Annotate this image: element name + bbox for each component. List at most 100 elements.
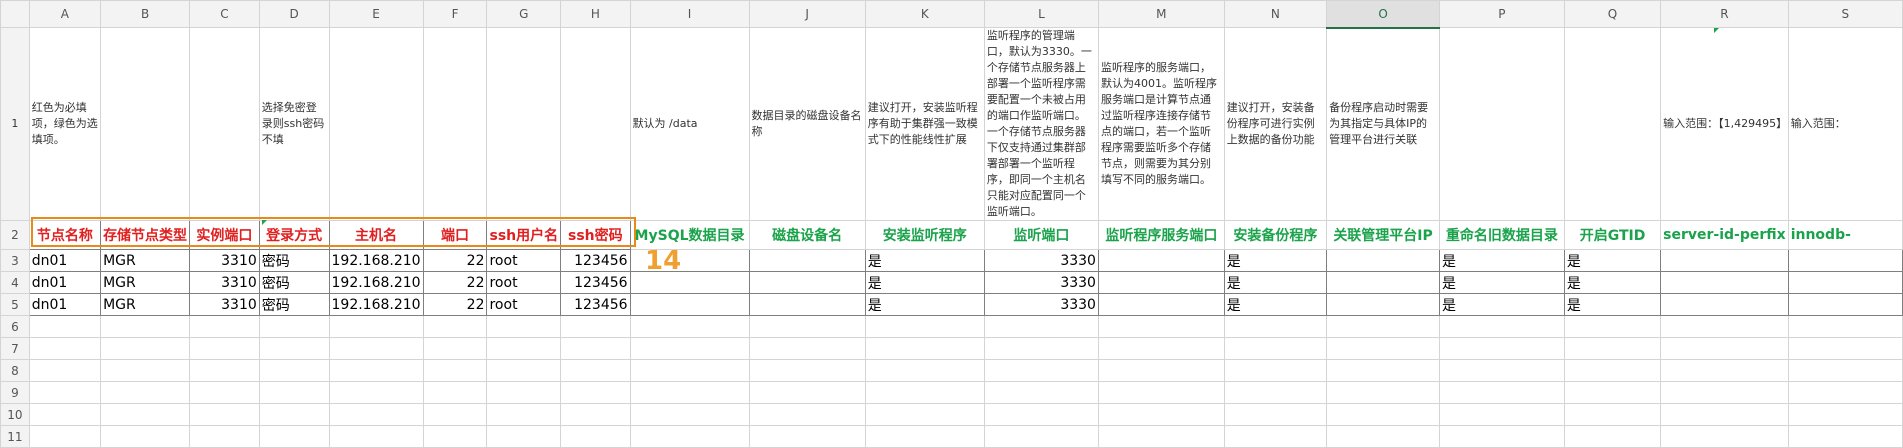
cell[interactable] xyxy=(189,27,260,221)
cell[interactable] xyxy=(1326,403,1440,426)
cell[interactable] xyxy=(1563,425,1662,448)
note-cell[interactable]: 输入范围： xyxy=(1787,27,1903,221)
cell[interactable] xyxy=(748,315,866,338)
cell[interactable] xyxy=(258,337,330,360)
column-header-selected[interactable]: O xyxy=(1326,0,1440,29)
cell[interactable]: MGR xyxy=(100,271,191,294)
column-header[interactable]: F xyxy=(422,0,488,28)
cell[interactable]: 3330 xyxy=(983,271,1099,294)
cell[interactable]: dn01 xyxy=(28,271,102,294)
cell[interactable] xyxy=(864,315,985,338)
cell[interactable] xyxy=(1787,381,1903,404)
cell[interactable]: MGR xyxy=(100,293,191,316)
cell[interactable] xyxy=(864,337,985,360)
cell[interactable] xyxy=(28,359,102,382)
header-enable-gtid[interactable]: 开启GTID xyxy=(1563,220,1662,250)
cell[interactable] xyxy=(748,249,866,272)
cell[interactable] xyxy=(100,359,191,382)
cell[interactable] xyxy=(748,381,866,404)
cell[interactable] xyxy=(422,315,488,338)
column-header[interactable]: R xyxy=(1660,0,1789,28)
cell[interactable] xyxy=(328,315,424,338)
cell[interactable]: 22 xyxy=(422,293,488,316)
cell[interactable]: 密码 xyxy=(258,271,330,294)
cell[interactable] xyxy=(28,381,102,404)
cell[interactable]: 22 xyxy=(422,249,488,272)
cell[interactable] xyxy=(189,403,260,426)
cell[interactable]: MGR xyxy=(100,249,191,272)
cell[interactable] xyxy=(1660,403,1789,426)
cell[interactable]: 是 xyxy=(1438,249,1565,272)
column-header[interactable]: E xyxy=(328,0,424,28)
cell[interactable] xyxy=(1660,315,1789,338)
header-ssh-user[interactable]: ssh用户名 xyxy=(486,220,562,250)
column-header[interactable]: J xyxy=(748,0,866,28)
cell[interactable] xyxy=(1563,403,1662,426)
cell[interactable]: 123456 xyxy=(560,271,631,294)
cell[interactable]: 是 xyxy=(1563,249,1662,272)
cell[interactable] xyxy=(1438,315,1565,338)
cell[interactable] xyxy=(864,425,985,448)
cell[interactable] xyxy=(486,359,562,382)
cell[interactable]: dn01 xyxy=(28,249,102,272)
cell[interactable] xyxy=(1223,337,1328,360)
cell[interactable] xyxy=(28,315,102,338)
cell[interactable] xyxy=(748,271,866,294)
cell[interactable] xyxy=(629,381,750,404)
cell[interactable]: 是 xyxy=(1438,293,1565,316)
cell[interactable] xyxy=(1787,425,1903,448)
cell[interactable] xyxy=(1660,381,1789,404)
cell[interactable] xyxy=(189,359,260,382)
cell[interactable] xyxy=(189,337,260,360)
cell[interactable] xyxy=(1563,337,1662,360)
cell[interactable] xyxy=(486,403,562,426)
row-header[interactable]: 5 xyxy=(0,293,30,316)
cell[interactable] xyxy=(1097,403,1225,426)
cell[interactable] xyxy=(1660,337,1789,360)
select-all-corner[interactable] xyxy=(0,0,30,28)
note-cell[interactable]: 默认为 /data xyxy=(629,27,750,221)
cell[interactable] xyxy=(422,27,488,221)
cell[interactable] xyxy=(629,359,750,382)
header-server-id-prefix[interactable]: server-id-perfix xyxy=(1660,220,1789,250)
cell[interactable] xyxy=(1223,403,1328,426)
cell[interactable] xyxy=(560,359,631,382)
cell[interactable] xyxy=(560,315,631,338)
header-management-ip[interactable]: 关联管理平台IP xyxy=(1326,220,1440,250)
cell[interactable]: 是 xyxy=(1223,293,1328,316)
cell[interactable] xyxy=(748,337,866,360)
row-header[interactable]: 6 xyxy=(0,315,30,338)
cell[interactable]: 192.168.210 xyxy=(328,293,424,316)
cell[interactable]: 密码 xyxy=(258,293,330,316)
header-innodb[interactable]: innodb- xyxy=(1787,220,1903,250)
header-instance-port[interactable]: 实例端口 xyxy=(189,220,260,250)
cell[interactable] xyxy=(1326,315,1440,338)
cell[interactable] xyxy=(328,337,424,360)
header-install-backup[interactable]: 安装备份程序 xyxy=(1223,220,1328,250)
cell[interactable]: root xyxy=(486,293,562,316)
cell[interactable]: 3310 xyxy=(189,293,260,316)
cell[interactable] xyxy=(422,425,488,448)
cell[interactable]: root xyxy=(486,271,562,294)
cell[interactable] xyxy=(258,315,330,338)
cell[interactable] xyxy=(748,359,866,382)
cell[interactable] xyxy=(422,403,488,426)
cell[interactable] xyxy=(1326,249,1440,272)
row-header[interactable]: 4 xyxy=(0,271,30,294)
cell[interactable] xyxy=(1326,425,1440,448)
cell[interactable] xyxy=(983,315,1099,338)
header-rename-old-dir[interactable]: 重命名旧数据目录 xyxy=(1438,220,1565,250)
cell[interactable] xyxy=(258,359,330,382)
cell[interactable] xyxy=(1097,425,1225,448)
cell[interactable] xyxy=(1438,337,1565,360)
cell[interactable] xyxy=(1097,271,1225,294)
cell[interactable] xyxy=(629,337,750,360)
cell[interactable] xyxy=(629,425,750,448)
cell[interactable] xyxy=(28,337,102,360)
row-header[interactable]: 9 xyxy=(0,381,30,404)
cell[interactable] xyxy=(560,403,631,426)
cell[interactable] xyxy=(100,315,191,338)
cell[interactable] xyxy=(328,359,424,382)
row-header[interactable]: 11 xyxy=(0,425,30,448)
cell[interactable] xyxy=(864,381,985,404)
